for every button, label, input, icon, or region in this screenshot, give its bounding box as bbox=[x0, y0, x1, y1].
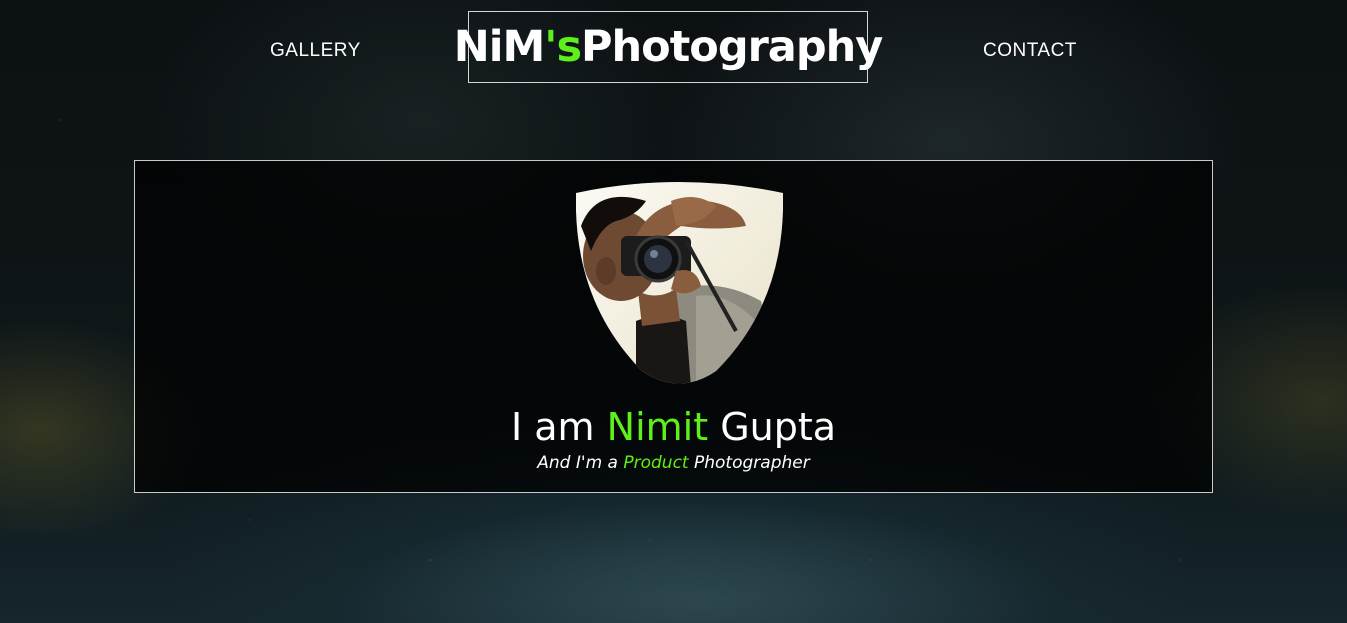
hero-title-suffix: Gupta bbox=[720, 405, 837, 449]
profile-photo bbox=[576, 182, 783, 384]
logo-text-main: NiM bbox=[453, 22, 546, 72]
site-logo[interactable]: NiM's Photography bbox=[454, 11, 883, 83]
logo-text-accent: 's bbox=[544, 22, 582, 72]
logo-text-photography: Photography bbox=[581, 22, 883, 72]
hero-title-prefix: I am bbox=[510, 405, 595, 449]
hero-subtitle-accent: Product bbox=[623, 453, 689, 473]
nav-contact-link[interactable]: CONTACT bbox=[983, 40, 1077, 62]
nav-gallery-link[interactable]: GALLERY bbox=[270, 40, 361, 62]
hero-box: I am Nimit Gupta And I'm a Product Photo… bbox=[134, 160, 1213, 493]
hero-title-name: Nimit bbox=[606, 405, 709, 449]
hero-subtitle-prefix: And I'm a bbox=[537, 453, 618, 473]
hero-title: I am Nimit Gupta bbox=[135, 405, 1212, 449]
hero-subtitle-suffix: Photographer bbox=[694, 453, 810, 473]
page: GALLERY NiM's Photography CONTACT I am N… bbox=[0, 0, 1347, 623]
hero-subtitle: And I'm a Product Photographer bbox=[135, 453, 1212, 473]
